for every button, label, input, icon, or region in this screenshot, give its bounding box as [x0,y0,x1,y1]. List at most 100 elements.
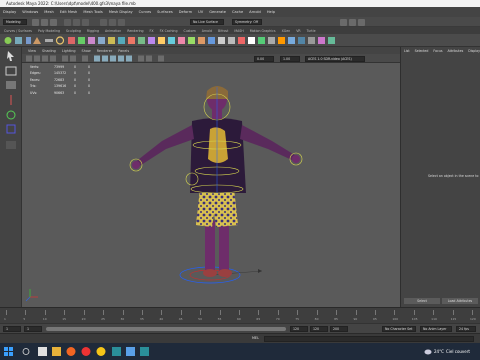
menu-item-windows[interactable]: Windows [22,10,38,14]
tool-icon-list[interactable] [5,51,17,149]
menu-item-help[interactable]: Help [267,10,275,14]
end-frame-field[interactable]: 120 [310,326,328,332]
shelf-tab[interactable]: Turtle [307,29,316,33]
render-settings-icon[interactable] [358,18,365,26]
shelf [0,34,480,47]
menu-item-deform[interactable]: Deform [179,10,192,14]
inner-end-field[interactable]: 120 [290,326,308,332]
isolate-select-icon [158,55,164,62]
shelf-tab[interactable]: XGen [282,29,291,33]
save-scene-icon[interactable] [50,18,57,26]
character-model[interactable] [22,63,400,307]
menu-item-arnold[interactable]: Arnold [249,10,261,14]
select-by-hierarchy-icon[interactable] [64,18,71,26]
shelf-tab[interactable]: Curves / Surfaces [4,29,32,33]
snap-point-icon[interactable] [118,18,125,26]
load-attributes-button[interactable]: Load Attributes [442,298,478,304]
mode-dropdown[interactable]: Modeling [3,19,27,25]
firefox-icon [66,347,76,356]
menu-item-surfaces[interactable]: Surfaces [157,10,173,14]
select-by-object-icon[interactable] [73,18,80,26]
menu-item-generate[interactable]: Generate [209,10,226,14]
xray-toggle-icon [138,55,144,62]
live-surface-field[interactable]: No Live Surface [190,19,224,25]
menu-item-mesh[interactable]: Mesh [44,10,53,14]
shelf-tab[interactable]: Poly Modeling [38,29,60,33]
panel-menu-view[interactable]: View [28,49,36,53]
fps-dropdown[interactable]: 24 fps [456,326,476,332]
shelf-tab[interactable]: Rigging [87,29,99,33]
timeline-tick-label: 95 [372,317,377,321]
panel-menu-shading[interactable]: Shading [42,49,56,53]
center-pivot-icon [238,37,245,44]
anim-layer-dropdown[interactable]: No Anim Layer [420,326,452,332]
taskbar-app-list[interactable] [4,347,149,356]
render-current-frame-icon[interactable] [340,18,347,26]
shelf-tab[interactable]: Sculpting [66,29,81,33]
symmetry-dropdown[interactable]: Symmetry: Off [232,19,262,25]
shelf-tab[interactable]: VR [296,29,300,33]
menu-item-display[interactable]: Display [3,10,16,14]
timeline-tick [25,310,27,315]
end-frame2-field[interactable]: 200 [330,326,348,332]
menu-item-uv[interactable]: UV [198,10,203,14]
time-slider[interactable]: 1 5 10 15 20 25 30 35 40 45 50 55 60 65 70 75 80 85 90 95 10… [0,307,480,323]
menu-item-edit-mesh[interactable]: Edit Mesh [60,10,78,14]
menu-item-curves[interactable]: Curves [139,10,151,14]
character-set-dropdown[interactable]: No Character Set [382,326,416,332]
timeline-tick-label: 30 [120,317,125,321]
select-button[interactable]: Select [404,298,440,304]
snap-grid-icon[interactable] [100,18,107,26]
outliner-icon [328,37,335,44]
snap-curve-icon[interactable] [109,18,116,26]
new-scene-icon[interactable] [32,18,39,26]
shelf-tab[interactable]: Arnold [202,29,212,33]
shelf-tab[interactable]: Bifrost [218,29,228,33]
colorspace-dropdown[interactable]: ACES 1.0 SDR-video (ACES) [305,55,365,62]
inner-start-field[interactable]: 1 [24,326,42,332]
shelf-tab[interactable]: Custom [183,29,195,33]
menu-item-cache[interactable]: Cache [232,10,243,14]
attr-tab-list[interactable]: List [404,49,410,53]
scale-tool-icon [6,124,16,134]
shelf-tab[interactable]: FX Caching [160,29,178,33]
menu-item-mesh-tools[interactable]: Mesh Tools [83,10,102,14]
shelf-icon-row[interactable] [4,36,336,45]
shelf-tab[interactable]: Rendering [127,29,143,33]
exposure-field[interactable]: 0.00 [254,55,274,62]
gamma-field[interactable]: 1.00 [280,55,300,62]
film-gate-icon [70,55,76,62]
timeline-tick-label: 20 [81,317,86,321]
timeline-tick [472,310,473,315]
shelf-tab[interactable]: MASH [234,29,243,33]
mel-input[interactable] [264,336,474,342]
start-frame-field[interactable]: 1 [3,326,21,332]
shorts-pattern [196,189,238,227]
range-bar[interactable] [46,327,286,331]
timeline-tick-label: 1 [4,317,6,321]
attr-tab-selected[interactable]: Selected [415,49,429,53]
shelf-tab[interactable]: Animation [105,29,121,33]
timeline-tick-label: 90 [353,317,358,321]
ipr-render-icon[interactable] [349,18,356,26]
panel-menu-renderer[interactable]: Renderer [97,49,112,53]
weather-icon [424,349,432,355]
shelf-tab[interactable]: Motion Graphics [250,29,276,33]
panel-menu-panels[interactable]: Panels [118,49,129,53]
menu-item-mesh-display[interactable]: Mesh Display [109,10,133,14]
attr-tab-attributes[interactable]: Attributes [448,49,464,53]
select-by-component-icon[interactable] [82,18,89,26]
attr-tab-display[interactable]: Display [468,49,480,53]
perspective-viewport[interactable]: Verts: 73999 0 0 Edges: 145372 0 0 Faces: 72683 0 0… [22,63,400,307]
attr-tab-focus[interactable]: Focus [433,49,442,53]
viewport-panel-toolbar: 0.00 1.00 ACES 1.0 SDR-video (ACES) [22,54,400,63]
right-arm [240,125,298,161]
camera-icon [26,55,32,62]
panel-menu-show[interactable]: Show [82,49,91,53]
timeline-tick-label: 100 [392,317,399,321]
panel-icon-row[interactable] [26,55,164,62]
shelf-tab[interactable]: FX [150,29,154,33]
open-scene-icon[interactable] [41,18,48,26]
timeline-tick [374,310,376,315]
panel-menu-lighting[interactable]: Lighting [62,49,76,53]
